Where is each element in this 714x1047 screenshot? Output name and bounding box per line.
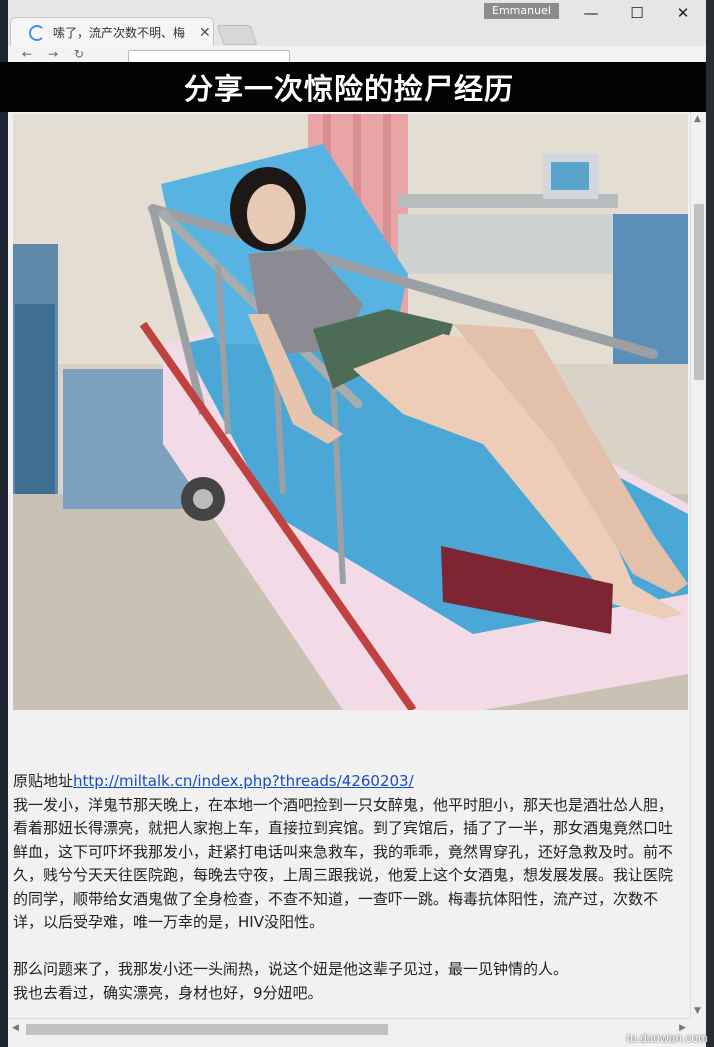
photo-illustration bbox=[13, 114, 688, 710]
source-line: 原贴地址http://miltalk.cn/index.php?threads/… bbox=[13, 770, 681, 794]
desktop-background-left bbox=[0, 0, 8, 1047]
horizontal-scroll-thumb[interactable] bbox=[26, 1024, 388, 1035]
post-paragraph-1: 我一发小，洋鬼节那天晚上，在本地一个酒吧捡到一只女醉鬼，他平时胆小，那天也是酒壮… bbox=[13, 795, 674, 932]
desktop-background-right bbox=[706, 0, 714, 1047]
browser-window: 嗦了，流产次数不明、梅 ✕ Emmanuel — ☐ ✕ ← → ↻ 原贴地址h… bbox=[8, 0, 706, 1047]
source-link[interactable]: http://miltalk.cn/index.php?threads/4260… bbox=[73, 772, 414, 790]
page-banner: 分享一次惊险的捡尸经历 bbox=[0, 62, 706, 112]
vertical-scrollbar[interactable]: ▲ ▼ bbox=[690, 112, 706, 1018]
reload-icon[interactable]: ↻ bbox=[74, 47, 84, 61]
scroll-down-icon[interactable]: ▼ bbox=[694, 1006, 701, 1016]
minimize-button[interactable]: — bbox=[576, 4, 606, 22]
source-label: 原贴地址 bbox=[13, 772, 74, 790]
vertical-scroll-thumb[interactable] bbox=[694, 204, 704, 380]
banner-title: 分享一次惊险的捡尸经历 bbox=[183, 72, 514, 106]
profile-badge[interactable]: Emmanuel bbox=[484, 3, 559, 19]
post-body: 原贴地址http://miltalk.cn/index.php?threads/… bbox=[13, 770, 681, 1005]
maximize-button[interactable]: ☐ bbox=[622, 4, 652, 22]
horizontal-scrollbar[interactable]: ◀ ▶ bbox=[8, 1018, 690, 1041]
site-watermark: tu.duowan.com bbox=[626, 1031, 708, 1045]
post-paragraph-3: 我也去看过，确实漂亮，身材也好，9分妞吧。 bbox=[13, 983, 323, 1002]
tab-active[interactable]: 嗦了，流产次数不明、梅 ✕ bbox=[10, 17, 214, 47]
tab-title: 嗦了，流产次数不明、梅 bbox=[53, 26, 186, 40]
browser-toolbar: ← → ↻ bbox=[8, 46, 706, 63]
back-icon[interactable]: ← bbox=[22, 47, 32, 61]
loading-spinner-icon bbox=[29, 24, 45, 41]
tab-close-icon[interactable]: ✕ bbox=[199, 25, 211, 41]
scroll-left-icon[interactable]: ◀ bbox=[12, 1023, 19, 1033]
close-window-button[interactable]: ✕ bbox=[668, 4, 698, 22]
forward-icon[interactable]: → bbox=[48, 47, 58, 61]
post-paragraph-2: 那么问题来了，我那发小还一头闹热，说这个妞是他这辈子见过，最一见钟情的人。 bbox=[13, 960, 569, 978]
scroll-up-icon[interactable]: ▲ bbox=[694, 114, 701, 124]
tab-strip: 嗦了，流产次数不明、梅 ✕ Emmanuel — ☐ ✕ bbox=[8, 0, 706, 47]
hospital-bed-photo bbox=[13, 114, 688, 710]
new-tab-button[interactable] bbox=[216, 25, 258, 45]
page-content: 原贴地址http://miltalk.cn/index.php?threads/… bbox=[8, 112, 690, 1018]
